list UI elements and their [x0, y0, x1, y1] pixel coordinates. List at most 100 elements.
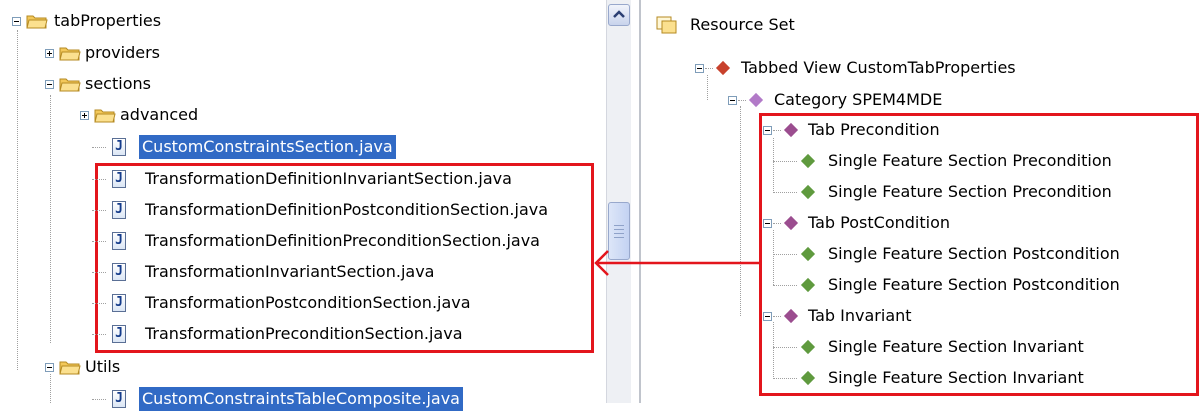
- java-file-icon: J: [112, 263, 126, 281]
- folder-icon: [94, 109, 116, 123]
- expand-icon[interactable]: [80, 111, 89, 120]
- tree-item-java-file[interactable]: J TransformationPreconditionSection.java: [92, 322, 582, 346]
- tree-item-java-file[interactable]: J TransformationDefinitionPostconditionS…: [92, 198, 582, 222]
- folder-icon: [26, 15, 48, 29]
- tree-guide: [773, 130, 781, 131]
- expand-icon[interactable]: [45, 49, 54, 58]
- collapse-icon[interactable]: [695, 64, 704, 73]
- tree-item-label: sections: [85, 74, 151, 93]
- collapse-icon[interactable]: [763, 219, 772, 228]
- tree-guide: [17, 30, 18, 370]
- tree-item-label: Single Feature Section Invariant: [828, 368, 1084, 387]
- tree-guide: [773, 285, 797, 286]
- grip-line: [614, 229, 624, 230]
- tree-guide: [92, 147, 106, 148]
- tree-item-tabProperties[interactable]: tabProperties: [12, 9, 312, 33]
- tree-item-label: Tab PostCondition: [808, 213, 950, 232]
- diamond-icon: [800, 246, 816, 262]
- tree-item-section[interactable]: Single Feature Section Precondition: [773, 180, 1193, 204]
- tree-guide: [773, 192, 797, 193]
- diamond-icon: [783, 215, 799, 231]
- tree-item-java-file[interactable]: J TransformationDefinitionInvariantSecti…: [92, 167, 582, 191]
- tree-guide: [773, 316, 781, 317]
- collapse-icon[interactable]: [45, 80, 54, 89]
- grip-line: [614, 237, 624, 238]
- tree-item-label: providers: [85, 43, 160, 62]
- tree-item-custom-constraints-section[interactable]: J CustomConstraintsSection.java: [92, 135, 452, 159]
- tree-item-java-file[interactable]: J TransformationPostconditionSection.jav…: [92, 291, 582, 315]
- tree-item-tab-precondition[interactable]: Tab Precondition: [763, 118, 1063, 142]
- scroll-up-arrow-icon: [613, 10, 625, 18]
- tree-guide: [773, 347, 797, 348]
- tree-guide: [92, 334, 106, 335]
- tree-item-label: advanced: [120, 105, 199, 124]
- diamond-icon: [800, 277, 816, 293]
- collapse-icon[interactable]: [12, 17, 21, 26]
- tree-item-label: Single Feature Section Precondition: [828, 151, 1112, 170]
- grip-line: [614, 225, 624, 226]
- tree-item-category[interactable]: Category SPEM4MDE: [728, 88, 1028, 112]
- collapse-icon[interactable]: [763, 126, 772, 135]
- folder-icon: [59, 47, 81, 61]
- tree-item-label: CustomConstraintsSection.java: [139, 135, 396, 159]
- tree-item-java-file[interactable]: J TransformationInvariantSection.java: [92, 260, 582, 284]
- tree-item-tab-postcondition[interactable]: Tab PostCondition: [763, 211, 1063, 235]
- diamond-icon: [800, 370, 816, 386]
- tree-item-providers[interactable]: providers: [45, 41, 245, 65]
- java-file-icon: J: [112, 170, 126, 188]
- tree-item-label: TransformationPostconditionSection.java: [145, 293, 471, 312]
- tree-item-label: TransformationInvariantSection.java: [145, 262, 435, 281]
- tree-item-tabbed-view[interactable]: Tabbed View CustomTabProperties: [695, 56, 1095, 80]
- tree-item-section[interactable]: Single Feature Section Postcondition: [773, 242, 1193, 266]
- tree-item-resource-set[interactable]: Resource Set: [656, 13, 956, 37]
- tree-item-utils[interactable]: Utils: [45, 355, 245, 379]
- java-file-icon: J: [112, 294, 126, 312]
- tree-item-label: TransformationDefinitionInvariantSection…: [145, 169, 512, 188]
- tree-item-section[interactable]: Single Feature Section Precondition: [773, 149, 1193, 173]
- java-file-icon: J: [112, 232, 126, 250]
- diamond-icon: [783, 308, 799, 324]
- tree-guide: [50, 95, 51, 343]
- diamond-icon: [800, 184, 816, 200]
- scroll-up-button[interactable]: [608, 4, 630, 26]
- java-file-icon: J: [112, 390, 126, 408]
- tree-item-label: Single Feature Section Postcondition: [828, 244, 1120, 263]
- java-file-icon: J: [112, 201, 126, 219]
- tree-item-label: Category SPEM4MDE: [774, 90, 943, 109]
- tree-item-label: Tabbed View CustomTabProperties: [741, 58, 1016, 77]
- grip-line: [614, 233, 624, 234]
- tree-guide: [738, 100, 746, 101]
- tree-guide: [92, 210, 106, 211]
- tree-item-tab-invariant[interactable]: Tab Invariant: [763, 304, 1063, 328]
- tree-item-sections[interactable]: sections: [45, 72, 245, 96]
- tree-item-label: Single Feature Section Precondition: [828, 182, 1112, 201]
- tree-guide: [773, 254, 797, 255]
- right-tree-pane: Resource Set Tabbed View CustomTabProper…: [641, 0, 1202, 403]
- tree-item-label: CustomConstraintsTableComposite.java: [139, 387, 463, 411]
- tree-item-label: Single Feature Section Invariant: [828, 337, 1084, 356]
- tree-item-advanced[interactable]: advanced: [80, 103, 280, 127]
- diamond-icon: [715, 60, 731, 76]
- tree-item-section[interactable]: Single Feature Section Invariant: [773, 366, 1193, 390]
- collapse-icon[interactable]: [763, 312, 772, 321]
- tree-item-label: Single Feature Section Postcondition: [828, 275, 1120, 294]
- tree-item-label: TransformationDefinitionPostconditionSec…: [145, 200, 549, 219]
- tree-item-label: TransformationPreconditionSection.java: [145, 324, 463, 343]
- tree-guide: [92, 399, 106, 400]
- tree-item-label: Tab Invariant: [808, 306, 912, 325]
- diamond-icon: [783, 122, 799, 138]
- collapse-icon[interactable]: [45, 363, 54, 372]
- tree-guide: [92, 303, 106, 304]
- tree-item-label: Resource Set: [690, 15, 795, 34]
- tree-item-java-file[interactable]: J TransformationDefinitionPreconditionSe…: [92, 229, 582, 253]
- mapping-arrow-icon: [594, 250, 762, 276]
- tree-item-label: tabProperties: [54, 11, 162, 30]
- collapse-icon[interactable]: [728, 96, 737, 105]
- tree-item-custom-constraints-table[interactable]: J CustomConstraintsTableComposite.java: [92, 387, 512, 411]
- tree-guide: [92, 179, 106, 180]
- tree-item-section[interactable]: Single Feature Section Postcondition: [773, 273, 1193, 297]
- resource-set-icon: [656, 16, 677, 34]
- tree-item-section[interactable]: Single Feature Section Invariant: [773, 335, 1193, 359]
- vertical-scrollbar[interactable]: [606, 0, 631, 403]
- diamond-icon: [800, 339, 816, 355]
